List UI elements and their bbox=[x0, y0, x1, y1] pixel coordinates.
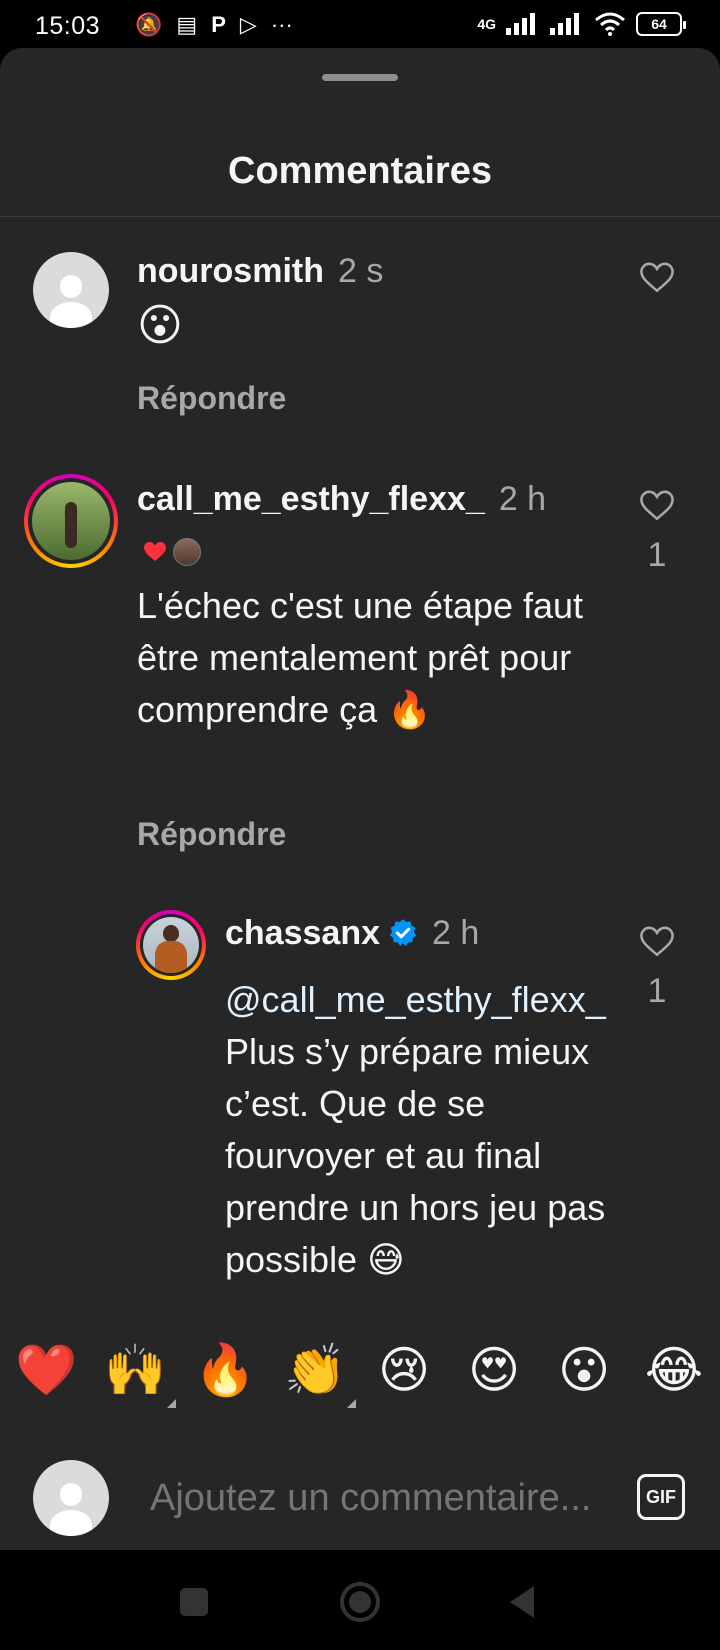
comment-header: call_me_esthy_flexx_ 2 h bbox=[137, 480, 546, 519]
mute-icon: 🔕 bbox=[135, 12, 163, 37]
reaction-heart-eyes[interactable]: 😍 bbox=[464, 1340, 524, 1400]
reply-text: @call_me_esthy_flexx_ Plus s’y prépare m… bbox=[225, 974, 610, 1286]
reaction-surprised[interactable]: 😮 bbox=[554, 1340, 614, 1400]
avatar[interactable] bbox=[24, 474, 118, 568]
more-notifications-icon: ··· bbox=[270, 12, 293, 37]
avatar[interactable] bbox=[33, 252, 109, 328]
comment-header: nourosmith 2 s bbox=[137, 252, 383, 291]
status-bar: 15:03 🔕 ▤ P ▷ ··· 4G 64 bbox=[0, 0, 720, 52]
author-mini-avatar bbox=[173, 538, 201, 566]
red-heart-icon bbox=[144, 542, 166, 561]
recents-icon[interactable] bbox=[172, 1580, 216, 1624]
comment-time: 2 h bbox=[498, 480, 547, 518]
signal-icon-2 bbox=[550, 13, 579, 35]
battery-level: 64 bbox=[651, 16, 667, 32]
reaction-heart[interactable]: ❤️ bbox=[15, 1340, 77, 1400]
avatar[interactable] bbox=[136, 910, 206, 980]
composer-avatar bbox=[33, 1460, 109, 1536]
reply-button[interactable]: Répondre bbox=[137, 380, 286, 417]
reply-time: 2 h bbox=[432, 914, 480, 952]
reply-body: Plus s’y prépare mieux c’est. Que de se … bbox=[225, 1031, 606, 1280]
reply-username[interactable]: chassanx bbox=[225, 914, 380, 952]
comment-text: L'échec c'est une étape faut être mental… bbox=[137, 585, 584, 730]
reaction-raising-hands[interactable]: 🙌 bbox=[104, 1340, 176, 1408]
reaction-clapping[interactable]: 👏 bbox=[284, 1340, 356, 1408]
notification-icons: 🔕 ▤ P ▷ ··· bbox=[135, 12, 293, 38]
system-icons: 4G 64 bbox=[477, 12, 686, 36]
comment-time: 2 s bbox=[337, 252, 384, 290]
status-time: 15:03 bbox=[35, 12, 101, 40]
mention-link[interactable]: @call_me_esthy_flexx_ bbox=[225, 979, 606, 1020]
liked-by-author bbox=[143, 538, 201, 566]
heart-icon[interactable] bbox=[640, 262, 674, 294]
reaction-clapping-glyph: 👏 bbox=[284, 1342, 347, 1398]
comment-text: 😮 bbox=[137, 301, 183, 350]
gif-button[interactable]: GIF bbox=[637, 1474, 685, 1520]
comment-username[interactable]: call_me_esthy_flexx_ bbox=[137, 480, 485, 518]
like-count: 1 bbox=[647, 972, 667, 1010]
system-nav-bar bbox=[0, 1550, 720, 1650]
drag-handle[interactable] bbox=[322, 74, 398, 81]
reaction-fire[interactable]: 🔥 bbox=[194, 1340, 256, 1400]
quick-reactions-bar: ❤️ 🙌 🔥 👏 😢 😍 😮 😂 bbox=[0, 1340, 720, 1420]
comment-username[interactable]: nourosmith bbox=[137, 252, 324, 290]
back-icon[interactable] bbox=[500, 1580, 544, 1624]
comment-list[interactable]: nourosmith 2 s 😮 Répondre call_me_esthy_f… bbox=[0, 218, 720, 1374]
reply-header: chassanx 2 h bbox=[225, 914, 479, 953]
verified-badge-icon bbox=[389, 919, 417, 946]
sheet-title: Commentaires bbox=[228, 150, 492, 192]
reaction-raising-hands-glyph: 🙌 bbox=[104, 1342, 167, 1398]
network-type: 4G bbox=[477, 16, 496, 32]
news-icon: ▤ bbox=[176, 12, 198, 37]
play-store-icon: ▷ bbox=[239, 12, 257, 37]
wifi-icon bbox=[595, 12, 625, 36]
reply-button[interactable]: Répondre bbox=[137, 816, 286, 853]
reaction-crying[interactable]: 😢 bbox=[374, 1340, 434, 1400]
like-count: 1 bbox=[647, 536, 667, 574]
signal-icon bbox=[506, 13, 535, 35]
reaction-laughing[interactable]: 😂 bbox=[644, 1340, 704, 1400]
heart-icon[interactable] bbox=[640, 490, 674, 522]
battery-icon: 64 bbox=[636, 12, 686, 36]
comment-input[interactable] bbox=[150, 1470, 610, 1526]
paypal-icon: P bbox=[211, 12, 226, 37]
divider bbox=[0, 216, 720, 217]
heart-icon[interactable] bbox=[640, 926, 674, 958]
comments-sheet: Commentaires nourosmith 2 s 😮 Répondre ca… bbox=[0, 48, 720, 1550]
home-icon[interactable] bbox=[338, 1580, 382, 1624]
